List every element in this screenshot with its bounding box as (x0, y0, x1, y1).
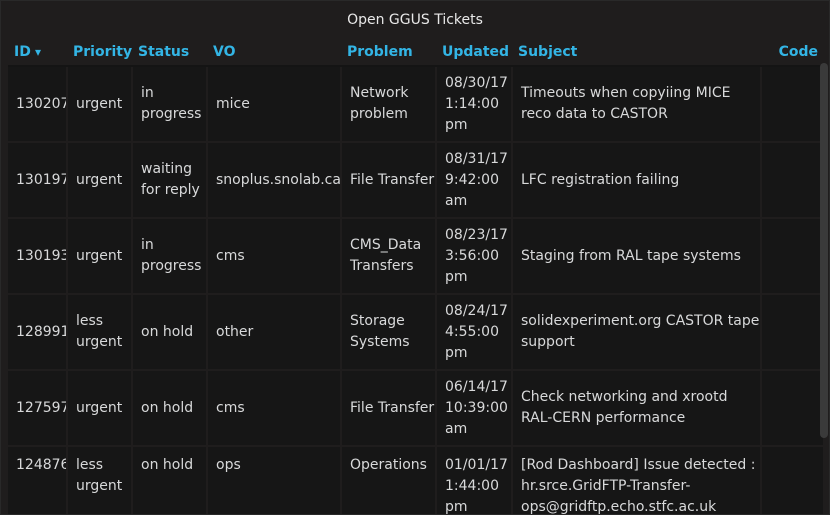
table-row: 128991 less urgent on hold other Storage… (8, 294, 824, 371)
cell-id: 130207 (8, 66, 68, 143)
cell-vo: snoplus.snolab.ca (207, 142, 342, 219)
cell-updated: 08/31/17 9:42:00 am (436, 142, 513, 219)
cell-status: on hold (132, 370, 208, 447)
tickets-panel: Open GGUS Tickets ID Priority Status VO … (0, 0, 830, 515)
table-row: 124876 less urgent on hold ops Operation… (8, 446, 824, 514)
table-row: 130197 urgent waiting for reply snoplus.… (8, 142, 824, 219)
cell-id: 130193 (8, 218, 68, 295)
cell-id: 127597 (8, 370, 68, 447)
cell-subject: solidexperiment.org CASTOR tape support (512, 294, 762, 371)
table-row: 127597 urgent on hold cms File Transfer … (8, 370, 824, 447)
cell-code (761, 66, 824, 143)
cell-problem: File Transfer (341, 142, 437, 219)
column-header-vo[interactable]: VO (207, 38, 341, 67)
tickets-table-container: ID Priority Status VO Problem Updated Su… (8, 38, 824, 514)
cell-subject: LFC registration failing (512, 142, 762, 219)
cell-status: on hold (132, 446, 208, 514)
cell-status: waiting for reply (132, 142, 208, 219)
cell-problem: Network problem (341, 66, 437, 143)
cell-priority: urgent (67, 142, 133, 219)
cell-code (761, 142, 824, 219)
table-row: 130193 urgent in progress cms CMS_Data T… (8, 218, 824, 295)
cell-vo: cms (207, 370, 342, 447)
cell-status: in progress (132, 66, 208, 143)
table-row: 130207 urgent in progress mice Network p… (8, 66, 824, 143)
vertical-scrollbar[interactable] (820, 63, 828, 438)
table-header-row: ID Priority Status VO Problem Updated Su… (8, 38, 824, 67)
panel-title: Open GGUS Tickets (347, 12, 483, 28)
cell-priority: urgent (67, 66, 133, 143)
cell-vo: mice (207, 66, 342, 143)
cell-updated: 06/14/17 10:39:00 am (436, 370, 513, 447)
cell-code (761, 446, 824, 514)
cell-id: 128991 (8, 294, 68, 371)
cell-id: 124876 (8, 446, 68, 514)
tickets-table: ID Priority Status VO Problem Updated Su… (8, 38, 824, 514)
cell-priority: urgent (67, 370, 133, 447)
cell-code (761, 370, 824, 447)
cell-code (761, 294, 824, 371)
cell-subject: Check networking and xrootd RAL-CERN per… (512, 370, 762, 447)
cell-code (761, 218, 824, 295)
column-header-updated[interactable]: Updated (436, 38, 512, 67)
cell-vo: ops (207, 446, 342, 514)
cell-problem: Storage Systems (341, 294, 437, 371)
cell-vo: cms (207, 218, 342, 295)
cell-updated: 01/01/17 1:44:00 pm (436, 446, 513, 514)
column-header-status[interactable]: Status (132, 38, 207, 67)
cell-problem: CMS_Data Transfers (341, 218, 437, 295)
cell-priority: less urgent (67, 294, 133, 371)
cell-problem: File Transfer (341, 370, 437, 447)
column-header-problem[interactable]: Problem (341, 38, 436, 67)
cell-updated: 08/23/17 3:56:00 pm (436, 218, 513, 295)
column-header-code[interactable]: Code (761, 38, 824, 67)
cell-problem: Operations (341, 446, 437, 514)
cell-subject: Staging from RAL tape systems (512, 218, 762, 295)
cell-status: on hold (132, 294, 208, 371)
column-header-id[interactable]: ID (8, 38, 67, 67)
cell-vo: other (207, 294, 342, 371)
cell-subject: [Rod Dashboard] Issue detected : hr.srce… (512, 446, 762, 514)
column-header-subject[interactable]: Subject (512, 38, 761, 67)
cell-status: in progress (132, 218, 208, 295)
cell-id: 130197 (8, 142, 68, 219)
cell-priority: urgent (67, 218, 133, 295)
cell-priority: less urgent (67, 446, 133, 514)
cell-subject: Timeouts when copyiing MICE reco data to… (512, 66, 762, 143)
column-header-priority[interactable]: Priority (67, 38, 132, 67)
cell-updated: 08/24/17 4:55:00 pm (436, 294, 513, 371)
cell-updated: 08/30/17 1:14:00 pm (436, 66, 513, 143)
